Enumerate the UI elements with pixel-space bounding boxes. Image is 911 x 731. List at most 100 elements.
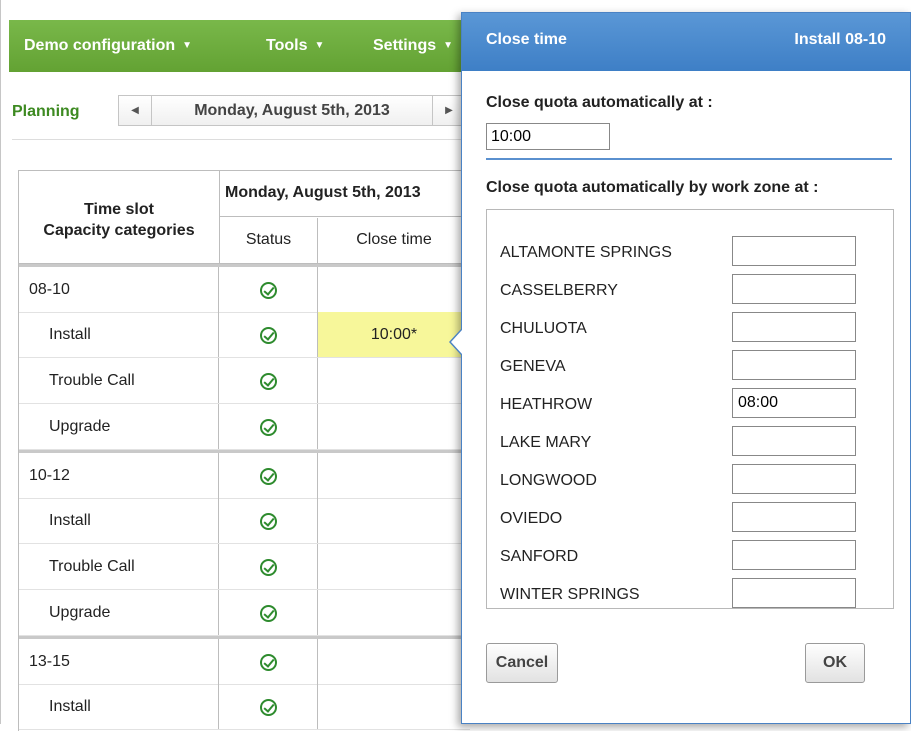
zone-row: ALTAMONTE SPRINGS [500,236,890,274]
timeslot-label: 08-10 [19,267,219,312]
zone-row: LONGWOOD [500,464,890,502]
status-cell [220,267,318,312]
close-time-cell[interactable] [318,684,470,729]
popup-header: Close time Install 08-10 [462,13,910,71]
timeslot-header-line1: Time slot [84,201,154,218]
close-time-cell[interactable] [318,404,470,449]
zone-label: CASSELBERRY [500,282,618,299]
zone-time-input[interactable] [732,540,856,570]
close-time-cell[interactable] [318,639,470,684]
category-label: Upgrade [19,404,219,449]
zone-label: CHULUOTA [500,320,587,337]
close-time-column-header: Close time [318,218,470,265]
caret-down-icon: ▼ [314,40,325,51]
popup-divider [486,158,892,160]
check-circle-icon [260,558,277,576]
zone-label: WINTER SPRINGS [500,586,640,603]
close-time-cell-selected[interactable]: 10:00* [318,312,470,357]
zone-row: HEATHROW [500,388,890,426]
zone-label: SANFORD [500,548,579,565]
divider [12,139,462,140]
zone-time-input[interactable] [732,502,856,532]
zone-row: CASSELBERRY [500,274,890,312]
category-label: Install [19,312,219,357]
zone-label: ALTAMONTE SPRINGS [500,244,672,261]
popup-subtitle: Install 08-10 [794,31,886,48]
status-cell [220,684,318,729]
close-time-cell[interactable] [318,544,470,589]
category-label: Trouble Call [19,358,219,403]
caret-down-icon: ▼ [182,40,193,51]
cancel-button[interactable]: Cancel [486,643,558,683]
zone-label: LAKE MARY [500,434,592,451]
category-label: Install [19,684,219,729]
menu-label: Settings [373,37,437,54]
zone-row: SANFORD [500,540,890,578]
zone-time-input[interactable] [732,464,856,494]
status-cell [220,590,318,635]
zone-time-input[interactable] [732,388,856,418]
zone-close-label: Close quota automatically by work zone a… [486,179,819,196]
timeslot-label: 13-15 [19,639,219,684]
popup-title: Close time [486,31,567,48]
status-cell [220,312,318,357]
menu-label: Tools [266,37,308,54]
triangle-left-icon: ◀ [131,105,139,116]
triangle-right-icon: ▶ [445,105,453,116]
menu-settings[interactable]: Settings ▼ [373,20,453,72]
check-circle-icon [260,372,277,390]
check-circle-icon [260,653,277,671]
close-time-cell[interactable] [318,498,470,543]
zone-row: WINTER SPRINGS [500,578,890,616]
date-selector[interactable]: Monday, August 5th, 2013 [151,95,433,126]
zone-time-input[interactable] [732,274,856,304]
check-circle-icon [260,604,277,622]
status-cell [220,453,318,498]
close-time-cell[interactable] [318,590,470,635]
zone-time-input[interactable] [732,312,856,342]
category-label: Install [19,498,219,543]
table-row: 10-12 [19,450,470,499]
popup-pointer [449,328,462,356]
close-time-cell[interactable] [318,453,470,498]
table-row: Install 10:00* [19,312,470,358]
check-circle-icon [260,698,277,716]
capacity-grid: Time slot Capacity categories Monday, Au… [18,170,470,731]
table-row: Install [19,684,470,730]
menu-demo-configuration[interactable]: Demo configuration ▼ [24,20,192,72]
caret-down-icon: ▼ [443,40,454,51]
zone-time-input[interactable] [732,350,856,380]
work-zone-list: ALTAMONTE SPRINGS CASSELBERRY CHULUOTA G… [486,209,894,609]
zone-time-input[interactable] [732,426,856,456]
check-circle-icon [260,418,277,436]
timeslot-column-header: Time slot Capacity categories [19,171,220,265]
check-circle-icon [260,467,277,485]
status-cell [220,358,318,403]
status-cell [220,404,318,449]
check-circle-icon [260,326,277,344]
prev-day-button[interactable]: ◀ [118,95,152,126]
day-column-header: Monday, August 5th, 2013 [220,171,470,217]
category-label: Upgrade [19,590,219,635]
zone-label: OVIEDO [500,510,563,527]
table-row: Upgrade [19,590,470,636]
planning-title[interactable]: Planning [12,103,80,121]
auto-close-time-input[interactable] [486,123,610,150]
close-time-cell[interactable] [318,267,470,312]
zone-row: GENEVA [500,350,890,388]
close-time-popup: Close time Install 08-10 Close quota aut… [449,12,911,724]
table-row: 13-15 [19,636,470,685]
close-time-cell[interactable] [318,358,470,403]
zone-label: HEATHROW [500,396,593,413]
auto-close-label: Close quota automatically at : [486,94,713,111]
table-row: Trouble Call [19,544,470,590]
zone-time-input[interactable] [732,578,856,608]
menu-bar: Demo configuration ▼ Tools ▼ Settings ▼ [9,20,469,72]
menu-tools[interactable]: Tools ▼ [266,20,324,72]
zone-row: OVIEDO [500,502,890,540]
zone-row: LAKE MARY [500,426,890,464]
timeslot-header-line2: Capacity categories [43,222,195,239]
zone-time-input[interactable] [732,236,856,266]
check-circle-icon [260,512,277,530]
ok-button[interactable]: OK [805,643,865,683]
